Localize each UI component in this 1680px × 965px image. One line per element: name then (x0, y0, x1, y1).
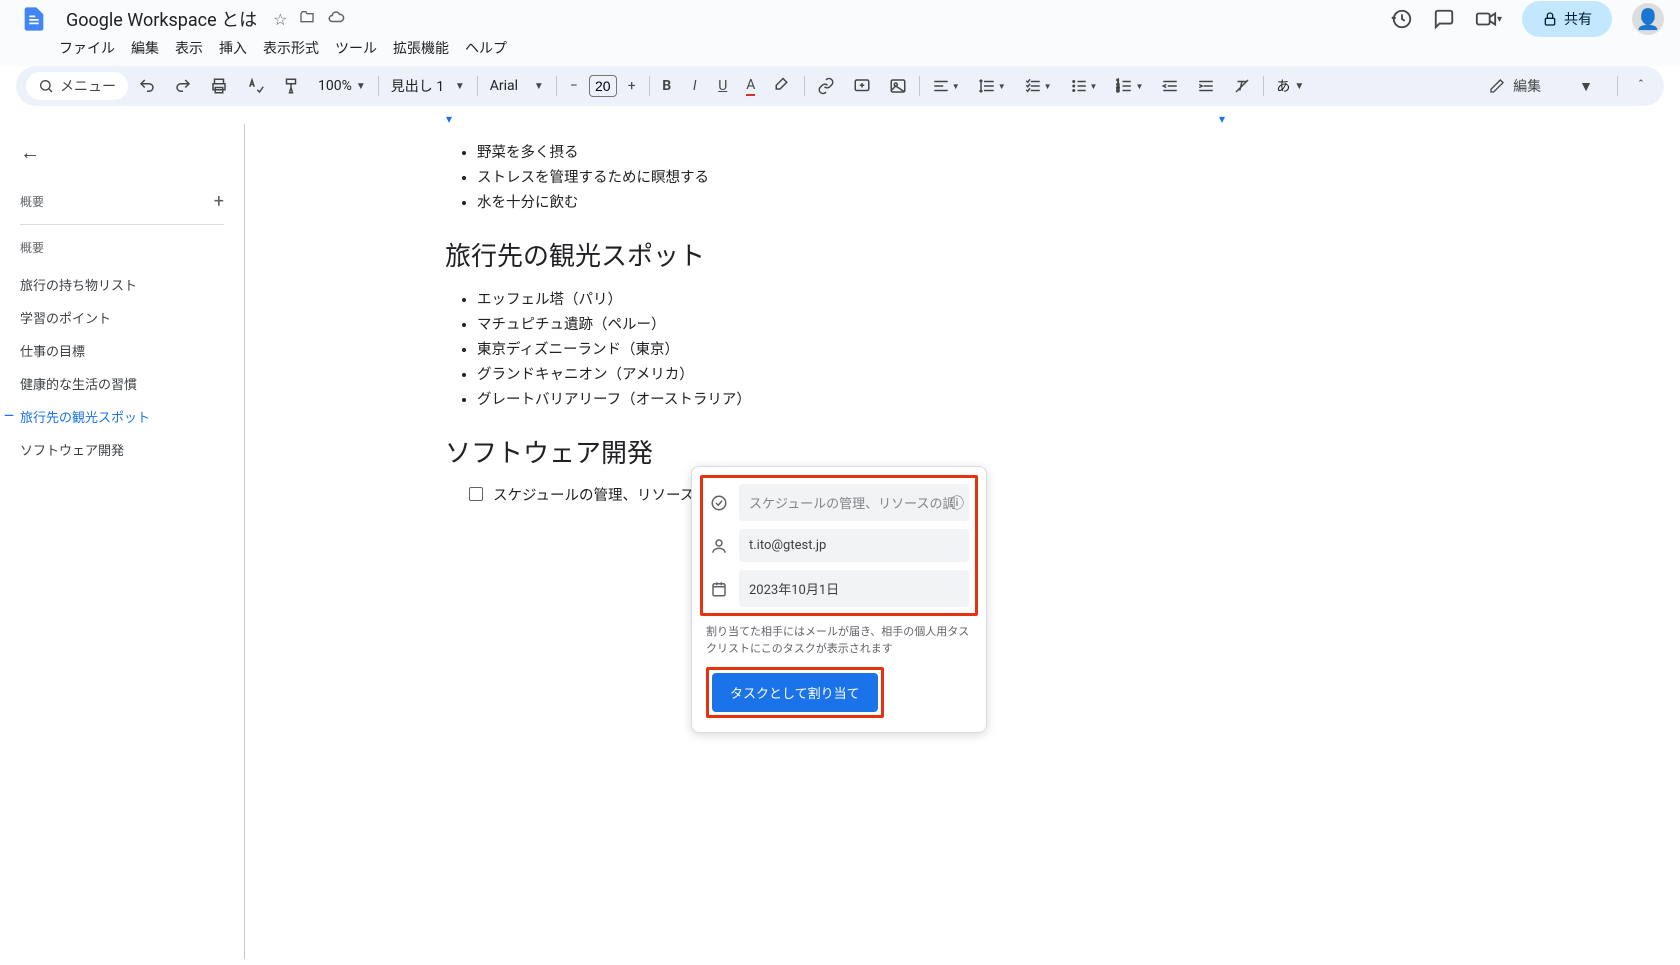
indent-decrease-button[interactable] (1153, 72, 1187, 100)
align-button[interactable]: ▼ (924, 72, 968, 100)
numbered-list-button[interactable]: 123▼ (1107, 72, 1151, 100)
menu-help[interactable]: ヘルプ (458, 34, 514, 62)
bold-button[interactable]: B (654, 72, 680, 100)
cloud-status-icon[interactable] (327, 8, 345, 30)
redo-button[interactable] (166, 72, 200, 100)
line-spacing-button[interactable]: ▼ (970, 72, 1014, 100)
list-item: マチュピチュ遺跡（ペルー） (477, 312, 865, 337)
collapse-toolbar-button[interactable]: ˆ (1628, 72, 1654, 100)
health-list: 野菜を多く摂るストレスを管理するために瞑想する水を十分に飲む (445, 140, 865, 216)
outline-item[interactable]: 仕事の目標 (20, 334, 224, 367)
paint-format-button[interactable] (274, 72, 308, 100)
list-item: 野菜を多く摂る (477, 140, 865, 165)
task-assignee-input[interactable]: t.ito@gtest.jp (739, 529, 969, 562)
task-title-input[interactable]: スケジュールの管理、リソースの調 (739, 484, 969, 521)
menu-insert[interactable]: 挿入 (212, 34, 254, 62)
undo-button[interactable] (130, 72, 164, 100)
outline-item[interactable]: 学習のポイント (20, 301, 224, 334)
help-icon[interactable]: ⓘ (950, 493, 964, 513)
list-item: グランドキャニオン（アメリカ） (477, 362, 865, 387)
clear-format-button[interactable] (1225, 72, 1259, 100)
font-size-input[interactable] (589, 75, 617, 97)
date-icon (709, 580, 729, 598)
assign-task-button[interactable]: タスクとして割り当て (712, 673, 878, 712)
comments-icon[interactable] (1433, 8, 1455, 30)
outline-item[interactable]: 旅行先の観光スポット (20, 400, 224, 433)
move-icon[interactable] (299, 9, 315, 29)
share-button[interactable]: 共有 (1522, 1, 1612, 37)
user-avatar[interactable]: 👤 (1632, 3, 1664, 35)
document-title[interactable]: Google Workspace とは (60, 4, 263, 34)
outline-back-icon[interactable]: ← (20, 140, 40, 165)
task-assign-popup: スケジュールの管理、リソースの調 ⓘ t.ito@gtest.jp 2023年1… (691, 466, 987, 733)
outline-item[interactable]: 健康的な生活の習慣 (20, 367, 224, 400)
font-size-decrease[interactable]: − (561, 72, 587, 100)
font-size-increase[interactable]: + (619, 72, 645, 100)
text-color-button[interactable]: A (738, 72, 764, 100)
highlight-button[interactable] (766, 72, 800, 100)
toolbar: メニュー 100%▼ 見出し 1▼ Arial▼ − + B I U A ▼ ▼… (16, 66, 1664, 106)
heading-software: ソフトウェア開発 (445, 433, 865, 470)
outline-add-icon[interactable]: + (214, 191, 224, 212)
insert-image-button[interactable] (881, 72, 915, 100)
spellcheck-button[interactable] (238, 72, 272, 100)
menu-tools[interactable]: ツール (328, 34, 384, 62)
list-item: 東京ディズニーランド（東京） (477, 337, 865, 362)
menu-file[interactable]: ファイル (52, 34, 122, 62)
menu-edit[interactable]: 編集 (124, 34, 166, 62)
add-comment-button[interactable] (845, 72, 879, 100)
outline-section-label: 概要 (20, 239, 224, 256)
italic-button[interactable]: I (682, 72, 708, 100)
link-button[interactable] (809, 72, 843, 100)
history-icon[interactable] (1391, 8, 1413, 30)
outline-item[interactable]: 旅行の持ち物リスト (20, 268, 224, 301)
docs-logo[interactable] (16, 1, 52, 37)
search-menus[interactable]: メニュー (26, 72, 128, 100)
editing-mode-select[interactable]: 編集 ▼ (1475, 70, 1607, 102)
travel-list: エッフェル塔（パリ）マチュピチュ遺跡（ペルー）東京ディズニーランド（東京）グラン… (445, 287, 865, 413)
svg-text:3: 3 (1117, 88, 1120, 94)
heading-travel: 旅行先の観光スポット (445, 236, 865, 273)
menu-bar: ファイル 編集 表示 挿入 表示形式 ツール 拡張機能 ヘルプ (0, 32, 1680, 66)
zoom-select[interactable]: 100%▼ (310, 74, 374, 98)
star-icon[interactable]: ☆ (273, 10, 287, 29)
menu-format[interactable]: 表示形式 (256, 34, 326, 62)
task-date-input[interactable]: 2023年10月1日 (739, 570, 969, 607)
list-item: 水を十分に飲む (477, 190, 865, 215)
document-area[interactable]: 野菜を多く摂るストレスを管理するために瞑想する水を十分に飲む 旅行先の観光スポッ… (244, 124, 1680, 959)
share-label: 共有 (1564, 9, 1592, 29)
print-button[interactable] (202, 72, 236, 100)
style-select[interactable]: 見出し 1▼ (383, 72, 473, 100)
font-select[interactable]: Arial▼ (482, 74, 552, 98)
bullet-list-button[interactable]: ▼ (1062, 72, 1106, 100)
ime-button[interactable]: あ▼ (1268, 72, 1312, 100)
checkbox-icon[interactable] (469, 487, 483, 501)
menu-view[interactable]: 表示 (168, 34, 210, 62)
list-item: グレートバリアリーフ（オーストラリア） (477, 387, 865, 412)
outline-panel: ← 概要 + 概要 旅行の持ち物リスト学習のポイント仕事の目標健康的な生活の習慣… (0, 124, 244, 959)
outline-summary-label: 概要 (20, 193, 44, 210)
assignee-icon (709, 537, 729, 555)
meet-icon[interactable]: ▾ (1475, 8, 1502, 30)
indent-increase-button[interactable] (1189, 72, 1223, 100)
checklist-button[interactable]: ▼ (1016, 72, 1060, 100)
list-item: エッフェル塔（パリ） (477, 287, 865, 312)
outline-item[interactable]: ソフトウェア開発 (20, 433, 224, 466)
underline-button[interactable]: U (710, 72, 736, 100)
menu-extensions[interactable]: 拡張機能 (386, 34, 456, 62)
list-item: ストレスを管理するために瞑想する (477, 165, 865, 190)
task-note: 割り当てた相手にはメールが届き、相手の個人用タスクリストにこのタスクが表示されま… (706, 624, 972, 657)
task-title-icon (709, 494, 729, 512)
